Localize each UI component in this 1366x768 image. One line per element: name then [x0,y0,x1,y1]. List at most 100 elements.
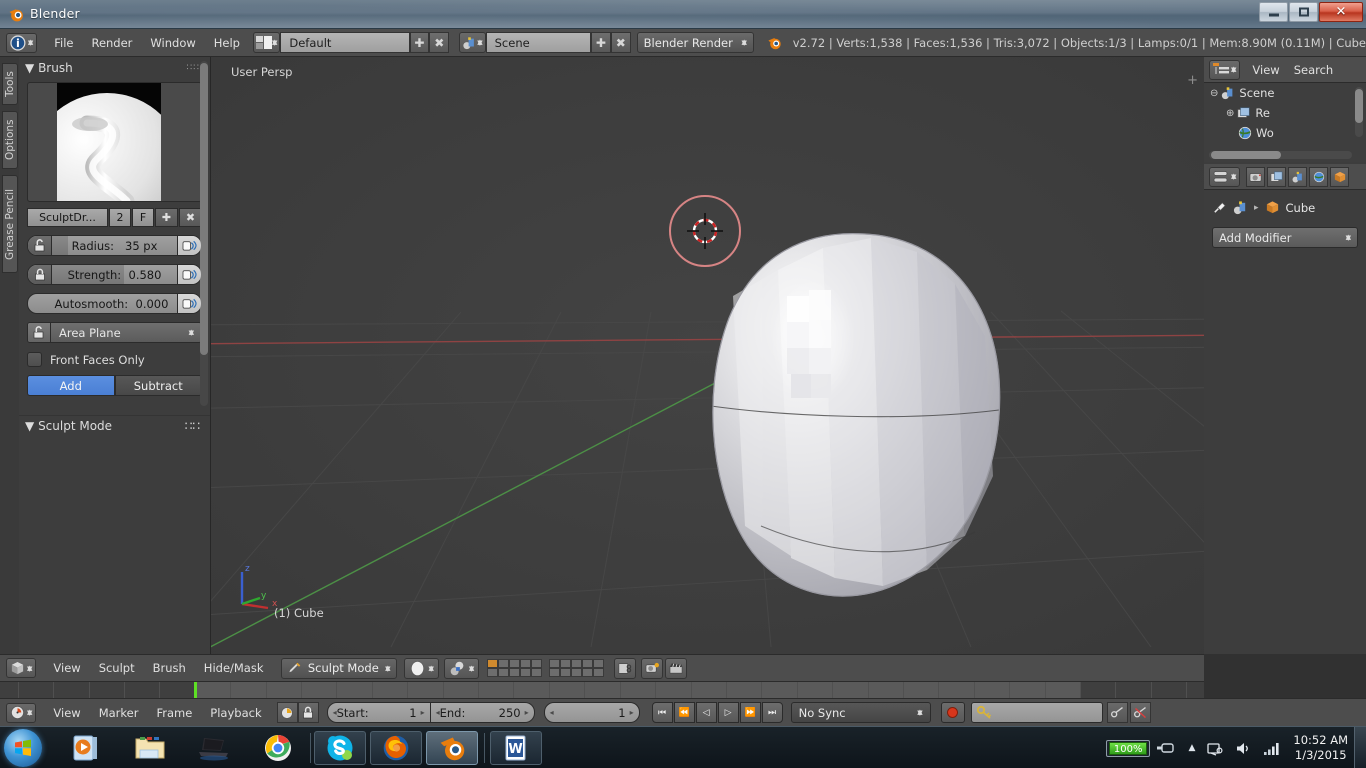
close-button[interactable]: ✕ [1319,2,1363,22]
properties-tab-scene[interactable] [1288,167,1307,187]
menu-render[interactable]: Render [82,33,141,53]
expand-toggle-icon[interactable]: ⊕ [1226,108,1234,119]
delete-scene-button[interactable]: ✖ [611,32,631,53]
radius-unlock-icon[interactable] [28,236,52,255]
battery-indicator[interactable]: 100% [1106,740,1151,757]
taskbar-google-chrome[interactable] [256,731,300,765]
play-button[interactable]: ▷ [718,702,739,723]
brush-unlink-button[interactable]: ✖ [179,208,202,227]
layer-cell[interactable] [582,659,593,668]
delete-keyframe-button[interactable] [1130,702,1151,723]
outliner-menu-view[interactable]: View [1246,60,1285,80]
current-frame-field[interactable]: ◂ 1 ▸ [544,702,640,723]
layer-cell[interactable] [560,659,571,668]
timeline-menu-marker[interactable]: Marker [90,703,148,723]
clock[interactable]: 10:52 AM 1/3/2015 [1293,733,1348,763]
minimize-button[interactable] [1259,2,1288,22]
screen-layout-selector[interactable]: ▲▼ [253,32,280,53]
viewport-shading-selector[interactable]: ▲▼ [404,658,439,679]
layer-cell[interactable] [487,659,498,668]
pivot-point-selector[interactable]: ▲▼ [444,658,479,679]
layer-cell[interactable] [531,659,542,668]
direction-subtract-button[interactable]: Subtract [115,375,203,396]
layer-cell[interactable] [531,668,542,677]
taskbar-microsoft-word[interactable]: W [490,731,542,765]
add-scene-button[interactable]: ✚ [591,32,611,53]
layer-block-left[interactable] [487,659,542,677]
delete-layout-button[interactable]: ✖ [429,32,449,53]
taskbar-windows-explorer[interactable] [128,731,172,765]
render-image-button[interactable] [641,658,663,679]
strength-lock-icon[interactable] [28,265,52,284]
brush-fake-user-toggle[interactable]: F [132,208,154,227]
scene-icon[interactable] [1233,200,1248,215]
taskbar-windows-media-player[interactable] [64,731,108,765]
add-layout-button[interactable]: ✚ [410,32,430,53]
brush-strength-slider[interactable]: Strength: 0.580 [27,264,202,285]
auto-keyframe-button[interactable] [941,702,965,723]
editor-type-selector-3dview[interactable]: ▲▼ [6,658,36,678]
layer-cell[interactable] [509,659,520,668]
menu-help[interactable]: Help [205,33,249,53]
toolshelf-tab-options[interactable]: Options [2,111,18,169]
brush-new-button[interactable]: ✚ [155,208,178,227]
layer-cell[interactable] [549,668,560,677]
menu-window[interactable]: Window [141,33,204,53]
viewport-menu-sculpt[interactable]: Sculpt [90,658,144,678]
strength-pressure-toggle[interactable] [177,265,201,284]
layer-cell[interactable] [549,659,560,668]
use-preview-range-button[interactable] [277,702,298,723]
toolshelf-tab-grease-pencil[interactable]: Grease Pencil [2,175,18,273]
layer-cell[interactable] [593,668,604,677]
layer-cell[interactable] [571,659,582,668]
plane-lock-icon[interactable] [28,323,51,342]
brush-panel-header[interactable]: ▼ Brush ∷∷ [19,57,210,79]
front-faces-only-row[interactable]: Front Faces Only [27,352,202,367]
increment-arrow-icon[interactable]: ▸ [630,708,634,717]
maximize-button[interactable] [1289,2,1318,22]
sculpt-mode-panel-header[interactable]: ▼ Sculpt Mode ∷∷ [19,415,210,435]
network-icon[interactable] [1207,741,1223,756]
increment-arrow-icon[interactable]: ▸ [525,708,529,717]
scene-layers-widget[interactable] [487,659,604,677]
power-plug-icon[interactable] [1156,741,1176,755]
radius-pressure-toggle[interactable] [177,236,201,255]
taskbar-device-laptop[interactable] [192,731,236,765]
outliner-menu-search[interactable]: Search [1288,60,1340,80]
3d-viewport[interactable]: User Persp (1) Cube + z x y [211,57,1204,654]
toolshelf-scrollbar[interactable] [200,61,208,406]
properties-tab-render[interactable] [1246,167,1265,187]
jump-to-end-button[interactable]: ⏭ [762,702,783,723]
editor-type-selector-info[interactable]: ▲▼ [6,33,37,53]
layer-cell[interactable] [560,668,571,677]
render-animation-button[interactable] [665,658,687,679]
jump-to-start-button[interactable]: ⏮ [652,702,673,723]
layer-cell[interactable] [582,668,593,677]
scene-name-field[interactable]: Scene [486,32,591,53]
taskbar-mozilla-firefox[interactable] [370,731,422,765]
show-desktop-button[interactable] [1354,727,1366,768]
collapse-toggle-icon[interactable]: ⊖ [1210,88,1218,99]
lock-to-scene-button[interactable] [614,658,636,679]
outliner-tree[interactable]: ⊖ Scene ⊕ [1204,83,1366,162]
add-modifier-button[interactable]: Add Modifier ▲▼ [1212,227,1358,248]
menu-file[interactable]: File [45,33,82,53]
brush-users-count[interactable]: 2 [109,208,131,227]
timeline-menu-view[interactable]: View [44,703,89,723]
brush-preview[interactable] [27,82,202,202]
layer-cell[interactable] [509,668,520,677]
frame-start-field[interactable]: ◂ Start: 1 ▸ [327,702,431,723]
properties-tab-world[interactable] [1309,167,1328,187]
sync-mode-selector[interactable]: No Sync ▲▼ [791,702,931,723]
viewport-menu-brush[interactable]: Brush [144,658,195,678]
outliner-vertical-scrollbar[interactable] [1355,87,1363,137]
scene-selector[interactable]: ▲▼ [459,32,485,53]
editor-type-selector-outliner[interactable]: ▲▼ [1209,60,1240,80]
pin-icon[interactable] [1212,200,1227,215]
insert-keyframe-button[interactable] [1107,702,1128,723]
outliner-horizontal-scrollbar[interactable] [1209,151,1352,159]
layer-cell[interactable] [571,668,582,677]
viewport-sidebar-toggle-icon[interactable]: + [1187,73,1198,88]
active-keying-set-field[interactable] [971,702,1103,723]
viewport-menu-view[interactable]: View [44,658,89,678]
